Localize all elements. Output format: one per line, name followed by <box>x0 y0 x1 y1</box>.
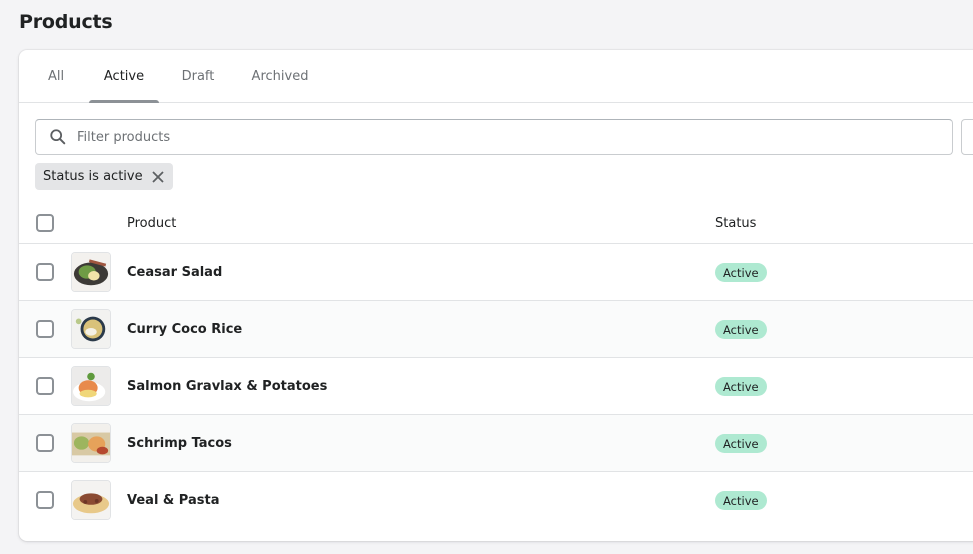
status-badge: Active <box>715 491 767 510</box>
row-checkbox[interactable] <box>36 491 54 509</box>
product-thumbnail <box>71 423 111 463</box>
status-badge: Active <box>715 377 767 396</box>
filter-products-input[interactable] <box>77 120 952 154</box>
close-icon[interactable] <box>151 170 165 184</box>
product-name[interactable]: Curry Coco Rice <box>127 301 242 358</box>
table-row[interactable]: Schrimp Tacos Active <box>19 415 973 472</box>
product-thumbnail <box>71 366 111 406</box>
table-body: Ceasar Salad Active Curry Coco Rice Acti… <box>19 244 973 529</box>
table-row[interactable]: Veal & Pasta Active <box>19 472 973 529</box>
tab-all[interactable]: All <box>37 50 75 103</box>
column-header-status[interactable]: Status <box>715 203 756 244</box>
status-filter-chip: Status is active <box>35 163 173 190</box>
column-header-product[interactable]: Product <box>127 203 176 244</box>
tab-archived[interactable]: Archived <box>243 50 317 103</box>
salmon-plate-image-icon <box>72 367 110 405</box>
row-checkbox[interactable] <box>36 377 54 395</box>
tab-bar: All Active Draft Archived <box>19 50 973 103</box>
tab-active[interactable]: Active <box>89 50 159 103</box>
rice-bowl-image-icon <box>72 310 110 348</box>
status-badge: Active <box>715 263 767 282</box>
search-icon <box>50 129 66 145</box>
product-thumbnail <box>71 480 111 520</box>
filter-search-field[interactable] <box>35 119 953 155</box>
row-checkbox[interactable] <box>36 434 54 452</box>
pasta-image-icon <box>72 481 110 519</box>
tab-draft[interactable]: Draft <box>173 50 223 103</box>
table-row[interactable]: Ceasar Salad Active <box>19 244 973 301</box>
product-thumbnail <box>71 252 111 292</box>
page-title: Products <box>19 11 113 33</box>
more-filters-button[interactable] <box>961 119 973 155</box>
products-card: All Active Draft Archived Status is acti… <box>19 50 973 541</box>
product-name[interactable]: Salmon Gravlax & Potatoes <box>127 358 327 415</box>
product-name[interactable]: Schrimp Tacos <box>127 415 232 472</box>
product-thumbnail <box>71 309 111 349</box>
table-row[interactable]: Salmon Gravlax & Potatoes Active <box>19 358 973 415</box>
row-checkbox[interactable] <box>36 320 54 338</box>
product-name[interactable]: Veal & Pasta <box>127 472 219 529</box>
product-name[interactable]: Ceasar Salad <box>127 244 222 301</box>
products-table: Product Status Ceasar Salad Active Curry… <box>19 203 973 529</box>
table-header: Product Status <box>19 203 973 244</box>
tacos-image-icon <box>72 424 110 462</box>
status-badge: Active <box>715 434 767 453</box>
salad-image-icon <box>72 253 110 291</box>
select-all-checkbox[interactable] <box>36 214 54 232</box>
row-checkbox[interactable] <box>36 263 54 281</box>
status-badge: Active <box>715 320 767 339</box>
filter-chip-label: Status is active <box>43 169 143 184</box>
table-row[interactable]: Curry Coco Rice Active <box>19 301 973 358</box>
